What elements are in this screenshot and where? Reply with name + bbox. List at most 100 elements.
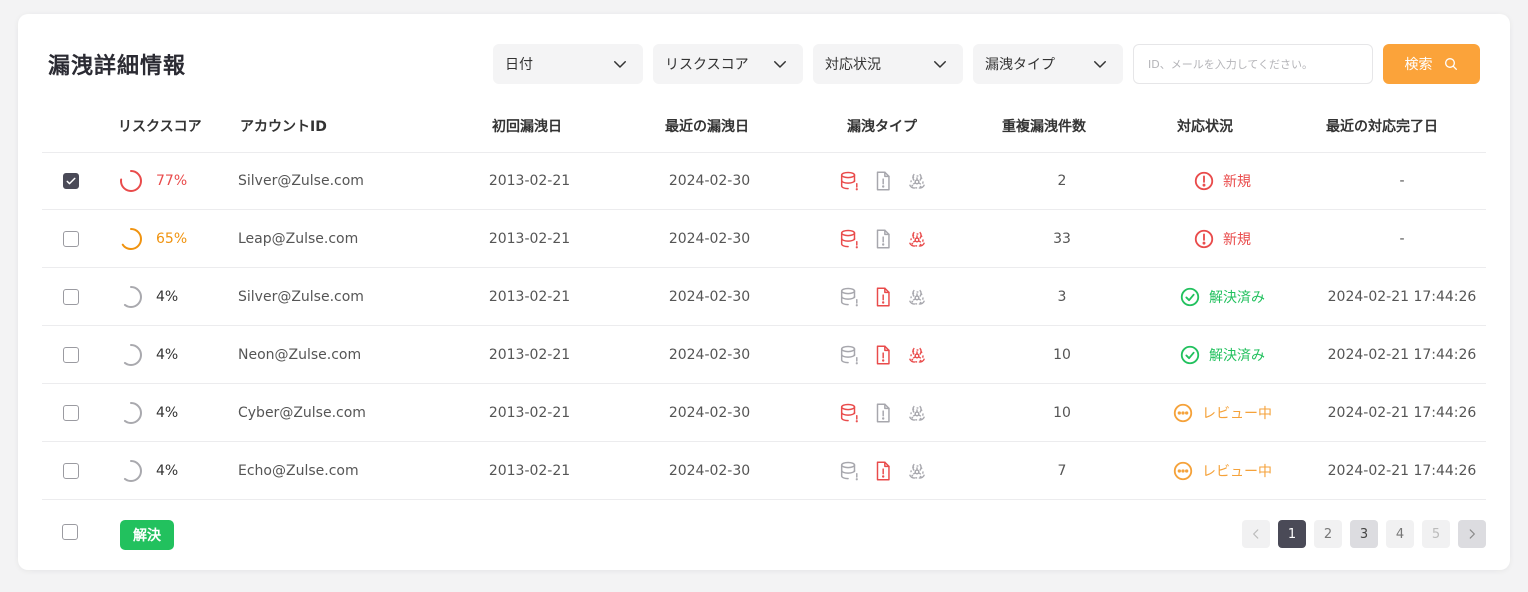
risk-score-cell: 4% bbox=[118, 384, 178, 441]
pagination-next[interactable] bbox=[1458, 520, 1486, 548]
search-button-label: 検索 bbox=[1404, 57, 1433, 73]
database-alert-icon bbox=[840, 229, 858, 248]
risk-score-value: 65% bbox=[156, 230, 188, 247]
col-last-completed[interactable]: 最近の対応完了日 bbox=[1326, 106, 1438, 152]
pagination-prev[interactable] bbox=[1242, 520, 1270, 548]
biohazard-icon bbox=[909, 231, 925, 247]
pagination-page-5[interactable]: 5 bbox=[1422, 520, 1450, 548]
leak-type-icons bbox=[838, 210, 928, 267]
col-account-id[interactable]: アカウントID bbox=[240, 106, 327, 152]
col-risk-score[interactable]: リスクスコア bbox=[118, 106, 202, 152]
row-checkbox[interactable] bbox=[63, 462, 79, 479]
last-leak-date: 2024-02-30 bbox=[668, 288, 751, 305]
pagination-page-1[interactable]: 1 bbox=[1278, 520, 1306, 548]
chevron-down-icon bbox=[774, 61, 786, 68]
risk-score-ring-icon bbox=[120, 227, 142, 250]
file-alert-icon bbox=[876, 345, 890, 364]
pagination-page-2[interactable]: 2 bbox=[1314, 520, 1342, 548]
table-row[interactable]: 65% Leap@Zulse.com 2013-02-21 2024-02-30… bbox=[42, 210, 1486, 268]
check-icon bbox=[66, 177, 76, 184]
filter-date-label: 日付 bbox=[505, 57, 533, 73]
row-checkbox[interactable] bbox=[63, 288, 79, 305]
filter-date[interactable]: 日付 bbox=[493, 44, 643, 84]
table-row[interactable]: 4% Cyber@Zulse.com 2013-02-21 2024-02-30… bbox=[42, 384, 1486, 442]
chevron-down-icon bbox=[614, 61, 626, 68]
duplicate-count: 33 bbox=[1053, 230, 1071, 247]
account-id: Cyber@Zulse.com bbox=[238, 404, 366, 421]
duplicate-count: 2 bbox=[1057, 172, 1067, 189]
col-leak-type[interactable]: 漏洩タイプ bbox=[847, 106, 917, 152]
pagination-page-3[interactable]: 3 bbox=[1350, 520, 1378, 548]
resolve-button[interactable]: 解決 bbox=[120, 520, 174, 550]
risk-score-value: 4% bbox=[156, 288, 179, 305]
row-checkbox[interactable] bbox=[63, 172, 79, 189]
filter-status[interactable]: 対応状況 bbox=[813, 44, 963, 84]
row-checkbox-cell bbox=[63, 268, 79, 325]
status-label: レビュー中 bbox=[1202, 463, 1272, 480]
check-circle-icon bbox=[1180, 287, 1200, 306]
row-checkbox[interactable] bbox=[63, 230, 79, 247]
last-leak-date: 2024-02-30 bbox=[668, 462, 751, 479]
status-badge: 解決済み bbox=[1142, 268, 1302, 325]
account-id: Neon@Zulse.com bbox=[238, 346, 362, 363]
biohazard-icon bbox=[909, 173, 925, 189]
risk-score-cell: 77% bbox=[118, 152, 187, 209]
col-first-leak[interactable]: 初回漏洩日 bbox=[492, 106, 562, 152]
account-id: Echo@Zulse.com bbox=[238, 462, 359, 479]
status-badge: 解決済み bbox=[1142, 326, 1302, 383]
filter-risk-score[interactable]: リスクスコア bbox=[653, 44, 803, 84]
col-duplicate-count[interactable]: 重複漏洩件数 bbox=[1002, 106, 1086, 152]
search-input[interactable] bbox=[1133, 44, 1373, 84]
first-leak-date: 2013-02-21 bbox=[488, 346, 571, 363]
account-id: Silver@Zulse.com bbox=[238, 288, 364, 305]
search-button[interactable]: 検索 bbox=[1383, 44, 1480, 84]
row-checkbox[interactable] bbox=[63, 404, 79, 421]
risk-score-ring-icon bbox=[120, 285, 142, 308]
col-status[interactable]: 対応状況 bbox=[1177, 106, 1233, 152]
leak-type-icons bbox=[838, 152, 928, 209]
chevron-right-icon bbox=[1469, 529, 1475, 539]
biohazard-icon bbox=[909, 405, 925, 421]
biohazard-icon bbox=[909, 463, 925, 479]
row-checkbox[interactable] bbox=[63, 346, 79, 363]
table-row[interactable]: 4% Echo@Zulse.com 2013-02-21 2024-02-30 … bbox=[42, 442, 1486, 500]
table-row[interactable]: 77% Silver@Zulse.com 2013-02-21 2024-02-… bbox=[42, 152, 1486, 210]
risk-score-cell: 4% bbox=[118, 268, 178, 325]
last-completed-date: - bbox=[1399, 172, 1405, 189]
first-leak-date: 2013-02-21 bbox=[488, 404, 571, 421]
chevron-left-icon bbox=[1253, 529, 1259, 539]
filter-leak-type[interactable]: 漏洩タイプ bbox=[973, 44, 1123, 84]
account-id: Silver@Zulse.com bbox=[238, 172, 364, 189]
col-last-leak[interactable]: 最近の漏洩日 bbox=[665, 106, 749, 152]
first-leak-date: 2013-02-21 bbox=[488, 230, 571, 247]
status-label: 解決済み bbox=[1209, 289, 1265, 306]
pagination-page-4[interactable]: 4 bbox=[1386, 520, 1414, 548]
database-alert-icon bbox=[840, 345, 858, 364]
file-alert-icon bbox=[876, 287, 890, 306]
row-checkbox-cell bbox=[63, 384, 79, 441]
search-icon bbox=[1444, 58, 1457, 70]
select-all-checkbox-wrap bbox=[62, 504, 78, 560]
risk-score-cell: 4% bbox=[118, 326, 178, 383]
status-label: 新規 bbox=[1223, 231, 1251, 248]
last-completed-date: - bbox=[1399, 230, 1405, 247]
row-checkbox-cell bbox=[63, 152, 79, 209]
row-checkbox-cell bbox=[63, 326, 79, 383]
risk-score-ring-icon bbox=[120, 401, 142, 424]
select-all-checkbox[interactable] bbox=[62, 524, 78, 540]
file-alert-icon bbox=[876, 171, 890, 190]
row-checkbox-cell bbox=[63, 442, 79, 499]
table-row[interactable]: 4% Silver@Zulse.com 2013-02-21 2024-02-3… bbox=[42, 268, 1486, 326]
database-alert-icon bbox=[840, 403, 858, 422]
leak-type-icons bbox=[838, 384, 928, 441]
last-leak-date: 2024-02-30 bbox=[668, 346, 751, 363]
table-header: リスクスコア アカウントID 初回漏洩日 最近の漏洩日 漏洩タイプ 重複漏洩件数… bbox=[42, 106, 1486, 153]
row-checkbox-cell bbox=[63, 210, 79, 267]
risk-score-ring-icon bbox=[120, 169, 142, 192]
risk-score-value: 77% bbox=[156, 172, 188, 189]
duplicate-count: 10 bbox=[1053, 404, 1071, 421]
leak-type-icons bbox=[838, 268, 928, 325]
biohazard-icon bbox=[909, 289, 925, 305]
table-row[interactable]: 4% Neon@Zulse.com 2013-02-21 2024-02-30 … bbox=[42, 326, 1486, 384]
duplicate-count: 7 bbox=[1057, 462, 1067, 479]
